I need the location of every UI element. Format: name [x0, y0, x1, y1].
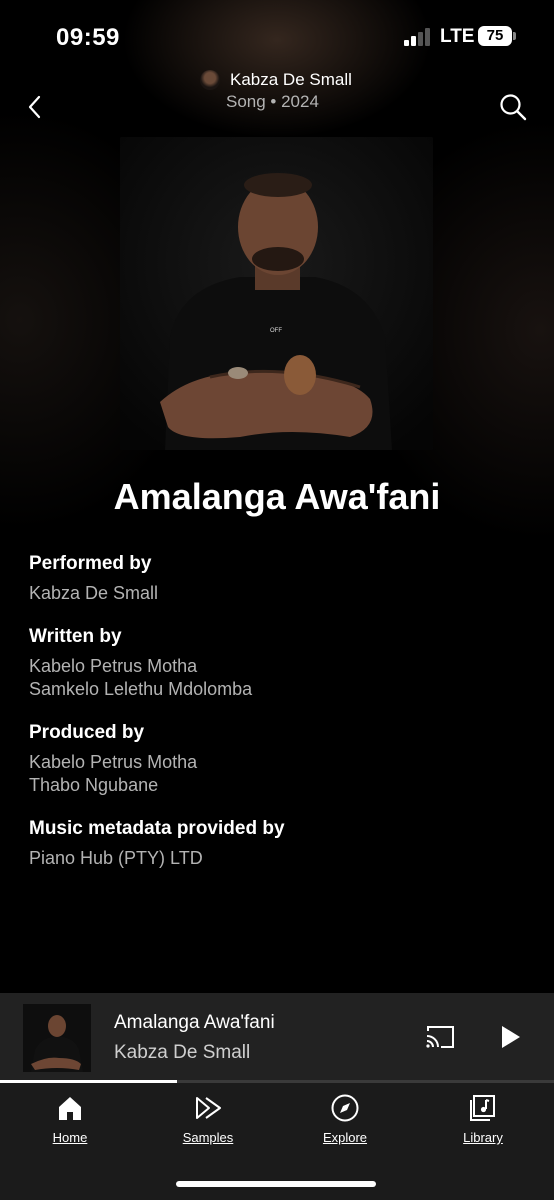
cast-icon: [426, 1026, 454, 1048]
nav-label-explore: Explore: [322, 1130, 368, 1145]
artist-portrait-image: OFF: [120, 137, 433, 450]
status-bar: 09:59 LTE 75: [0, 0, 554, 70]
credit-heading: Music metadata provided by: [29, 818, 285, 839]
samples-icon: [196, 1097, 221, 1119]
nav-item-library[interactable]: Library: [433, 1093, 533, 1153]
chevron-left-icon: [28, 95, 41, 119]
credit-name[interactable]: Kabelo Petrus Motha: [29, 751, 529, 774]
credit-written-by: Written by Kabelo Petrus Motha Samkelo L…: [29, 625, 529, 701]
home-icon: [59, 1097, 81, 1120]
credit-produced-by: Produced by Kabelo Petrus Motha Thabo Ng…: [29, 721, 529, 797]
play-button[interactable]: [496, 1023, 524, 1051]
credit-heading: Performed by: [29, 553, 152, 574]
signal-strength-icon: [404, 28, 436, 46]
mini-player[interactable]: Amalanga Awa'fani Kabza De Small: [0, 993, 554, 1082]
header-artist-name[interactable]: Kabza De Small: [230, 70, 352, 90]
back-button[interactable]: [22, 92, 48, 122]
credit-performed-by: Performed by Kabza De Small: [29, 552, 529, 605]
play-icon: [502, 1026, 520, 1048]
credit-name[interactable]: Kabza De Small: [29, 582, 529, 605]
artist-thumbnail-image: [23, 1004, 91, 1072]
credit-heading: Produced by: [29, 722, 145, 743]
song-title: Amalanga Awa'fani: [113, 476, 441, 517]
cast-button[interactable]: [424, 1023, 456, 1051]
nav-label-samples: Samples: [182, 1130, 234, 1145]
battery-icon: 75: [478, 26, 512, 46]
nav-label-library: Library: [463, 1130, 503, 1145]
header-subtitle: Song • 2024: [226, 92, 319, 111]
artist-avatar[interactable]: [200, 70, 220, 90]
mini-player-artwork[interactable]: [23, 1004, 91, 1072]
nav-label-home: Home: [52, 1130, 88, 1145]
credits-section: Performed by Kabza De Small Written by K…: [29, 552, 529, 890]
svg-text:OFF: OFF: [270, 328, 282, 334]
credit-name[interactable]: Kabelo Petrus Motha: [29, 655, 529, 678]
compass-icon: [331, 1094, 359, 1122]
nav-item-explore[interactable]: Explore: [295, 1093, 395, 1153]
library-icon: [470, 1095, 495, 1121]
battery-tip: [513, 32, 516, 40]
header: Kabza De Small Song • 2024: [0, 62, 554, 132]
credit-name[interactable]: Samkelo Lelethu Mdolomba: [29, 678, 529, 701]
nav-item-home[interactable]: Home: [20, 1093, 120, 1153]
status-time: 09:59: [56, 24, 120, 51]
home-indicator[interactable]: [176, 1181, 376, 1187]
search-icon: [500, 94, 527, 121]
nav-item-samples[interactable]: Samples: [158, 1093, 258, 1153]
search-button[interactable]: [498, 92, 528, 122]
credit-metadata-provider: Music metadata provided by Piano Hub (PT…: [29, 817, 529, 870]
album-artwork: OFF: [120, 137, 433, 450]
network-type: LTE: [440, 26, 475, 47]
credit-heading: Written by: [29, 626, 122, 647]
mini-player-title: Amalanga Awa'fani: [114, 1012, 275, 1033]
credit-name: Piano Hub (PTY) LTD: [29, 848, 203, 868]
mini-player-artist: Kabza De Small: [114, 1042, 251, 1063]
credit-name[interactable]: Thabo Ngubane: [29, 774, 529, 797]
